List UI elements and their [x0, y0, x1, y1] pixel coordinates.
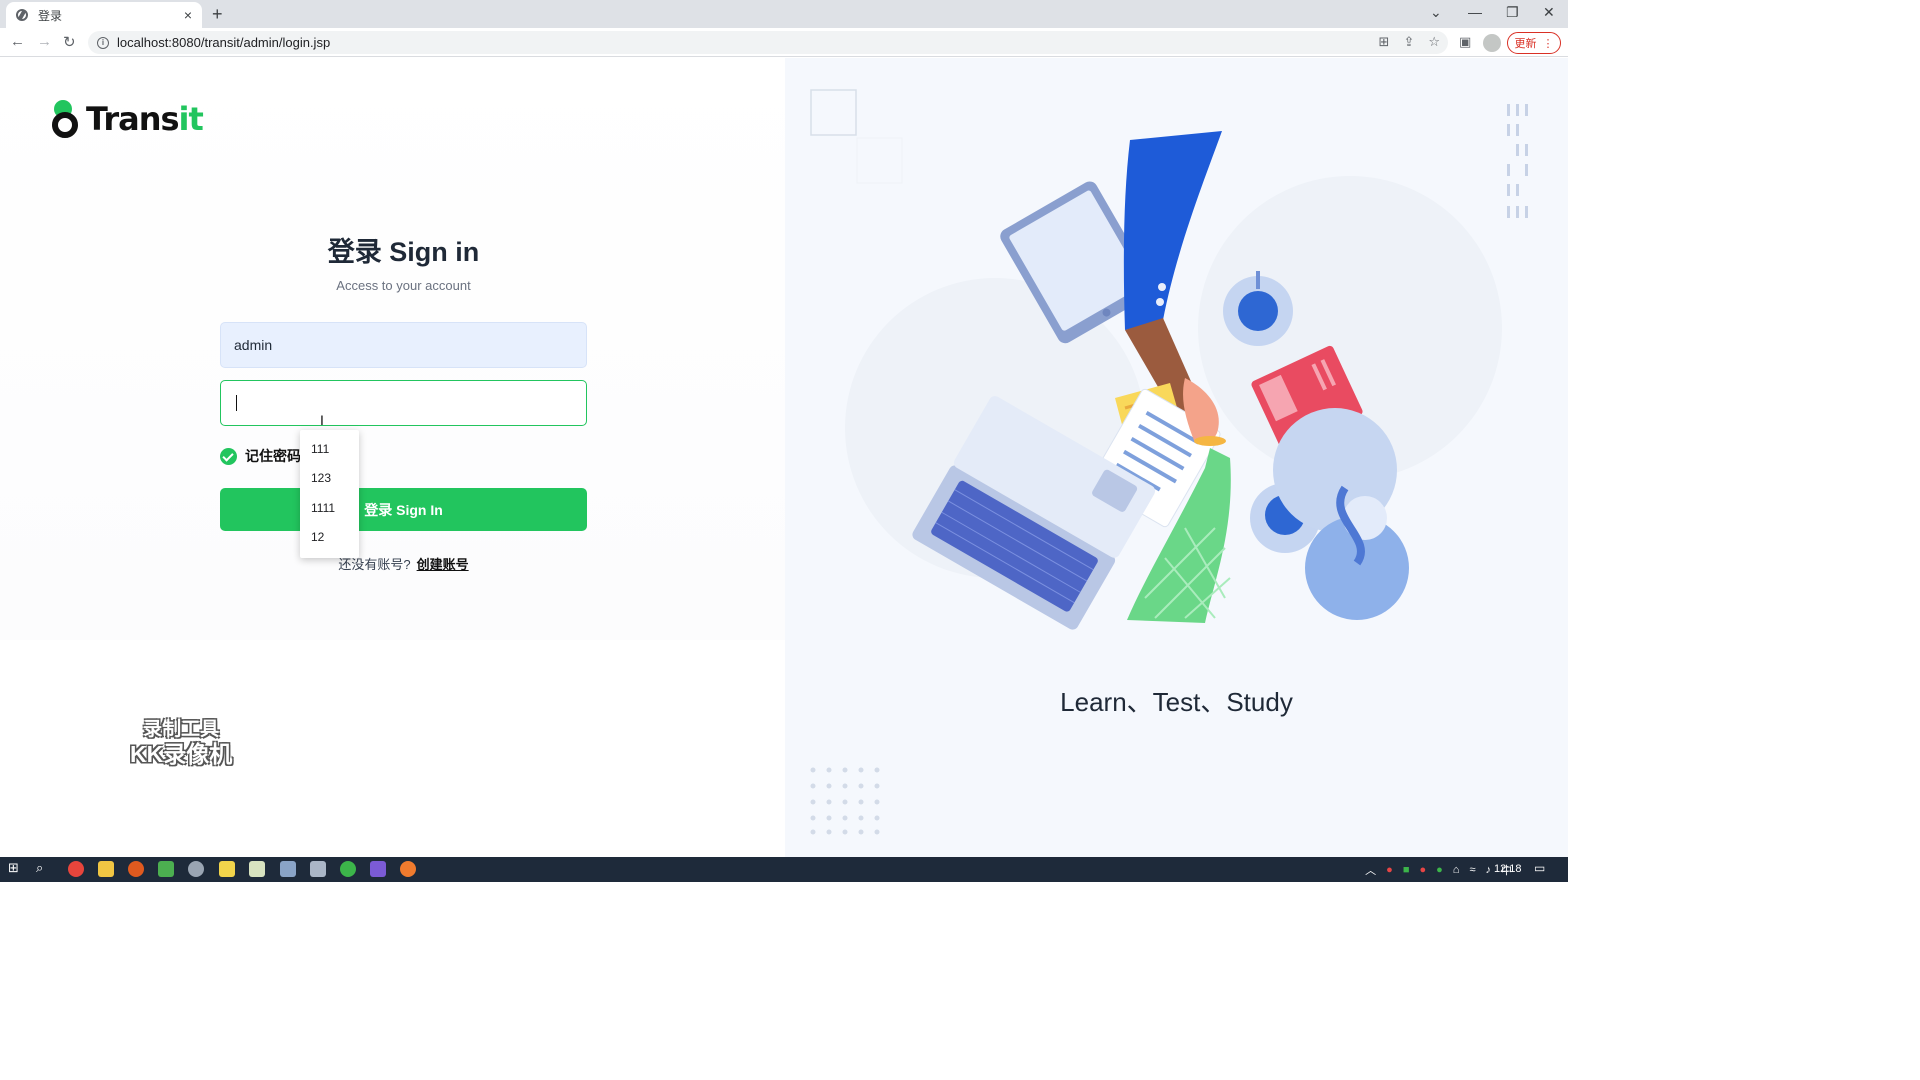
restore-icon[interactable]: ❐ — [1506, 4, 1519, 21]
tab-title: 登录 — [38, 8, 63, 23]
new-tab-icon[interactable]: + — [212, 4, 223, 25]
system-clock[interactable]: 12:18 — [1494, 863, 1522, 875]
address-bar[interactable]: i localhost:8080/transit/admin/login.jsp… — [88, 31, 1448, 54]
site-info-icon[interactable]: i — [97, 36, 109, 49]
login-panel: Transit 登录 Sign in Access to your accoun… — [0, 58, 785, 857]
notification-icon[interactable]: ▭ — [1534, 861, 1550, 877]
translate-icon[interactable]: ⊞ — [1379, 34, 1390, 50]
side-panel-icon[interactable]: ▣ — [1459, 34, 1471, 50]
autocomplete-dropdown: 111 123 1111 12 — [300, 430, 359, 558]
tray-app-icon[interactable]: ● — [1419, 864, 1426, 876]
tab-strip: 登录 × + ⌄ — ❐ ✕ — [0, 0, 1568, 28]
recorder-watermark: 录制工具 KK录像机 — [130, 719, 233, 767]
site-favicon-icon — [16, 9, 28, 21]
autocomplete-option[interactable]: 12 — [300, 523, 359, 553]
update-label: 更新 — [1514, 38, 1537, 50]
tab-search-icon[interactable]: ⌄ — [1430, 4, 1442, 21]
hero-tagline: Learn、Test、Study — [1060, 687, 1293, 717]
remember-password-checkbox[interactable]: 记住密码 — [220, 446, 301, 466]
brand-logo[interactable]: Transit — [52, 100, 204, 138]
menu-dots-icon: ⋮ — [1542, 37, 1554, 50]
tray-expand-icon[interactable]: ︿ — [1365, 862, 1376, 878]
tray-app-icon[interactable]: ● — [1386, 864, 1393, 876]
autocomplete-option[interactable]: 1111 — [300, 493, 359, 523]
tab-close-icon[interactable]: × — [184, 7, 192, 23]
page-subtitle: Access to your account — [336, 278, 471, 293]
chrome-app-icon[interactable] — [68, 861, 84, 877]
file-explorer-icon[interactable] — [98, 861, 114, 877]
password-field[interactable] — [220, 380, 587, 426]
update-button[interactable]: 更新 ⋮ — [1507, 32, 1561, 54]
illustration-panel — [785, 58, 1568, 857]
username-value: admin — [234, 337, 273, 353]
autocomplete-option[interactable]: 111 — [300, 434, 359, 464]
reload-icon[interactable]: ↻ — [63, 33, 76, 51]
system-tray: ︿ ● ■ ● ● ⌂ ≈ ♪ 中 — [1365, 862, 1512, 878]
recorder-app-icon[interactable] — [400, 861, 416, 877]
wifi-icon[interactable]: ≈ — [1469, 864, 1475, 876]
logo-mark-icon — [52, 100, 78, 138]
os-taskbar: ⊞ ⌕ ︿ ● ■ ● ● ⌂ ≈ ♪ 中 12:18 ▭ — [0, 857, 1568, 882]
remember-label: 记住密码 — [245, 448, 301, 464]
ibeam-cursor-icon: I — [320, 412, 324, 428]
create-account-link[interactable]: 创建账号 — [417, 557, 469, 572]
page-title: 登录 Sign in — [327, 237, 480, 267]
search-icon[interactable]: ⌕ — [36, 860, 52, 876]
url-text: localhost:8080/transit/admin/login.jsp — [117, 35, 331, 50]
username-field[interactable]: admin — [220, 322, 587, 368]
text-caret — [236, 395, 237, 411]
settings-gear-icon[interactable] — [188, 861, 204, 877]
signin-button[interactable]: 登录 Sign In — [220, 488, 587, 531]
windows-start-icon[interactable]: ⊞ — [8, 860, 24, 876]
share-icon[interactable]: ⇪ — [1403, 34, 1414, 50]
volume-icon[interactable]: ♪ — [1486, 864, 1492, 876]
document-icon[interactable] — [310, 861, 326, 877]
check-circle-icon — [220, 447, 237, 465]
photos-icon[interactable] — [280, 861, 296, 877]
tray-app-icon[interactable]: ■ — [1403, 864, 1410, 876]
window-close-icon[interactable]: ✕ — [1543, 4, 1555, 21]
browser-toolbar: ← → ↻ i localhost:8080/transit/admin/log… — [0, 28, 1568, 57]
minimize-icon[interactable]: — — [1468, 4, 1482, 20]
tab-login[interactable]: 登录 × — [6, 2, 202, 28]
network-icon[interactable]: ⌂ — [1453, 864, 1460, 876]
autocomplete-option[interactable]: 123 — [300, 464, 359, 494]
wechat-icon[interactable] — [340, 861, 356, 877]
hero-illustration — [810, 89, 1528, 835]
back-icon[interactable]: ← — [10, 33, 25, 50]
green-app-icon[interactable] — [158, 861, 174, 877]
page: Transit 登录 Sign in Access to your accoun… — [0, 58, 1568, 857]
tray-wechat-icon[interactable]: ● — [1436, 864, 1443, 876]
signup-prompt: 还没有账号? 创建账号 — [220, 554, 587, 573]
yellow-app-icon[interactable] — [219, 861, 235, 877]
search-tool-icon[interactable] — [128, 861, 144, 877]
bookmark-star-icon[interactable]: ☆ — [1428, 34, 1440, 50]
brand-name: Transit — [86, 100, 204, 138]
purple-app-icon[interactable] — [370, 861, 386, 877]
notepad-icon[interactable] — [249, 861, 265, 877]
no-account-text: 还没有账号? — [338, 557, 411, 572]
profile-avatar[interactable] — [1483, 34, 1501, 52]
forward-icon[interactable]: → — [37, 33, 52, 50]
